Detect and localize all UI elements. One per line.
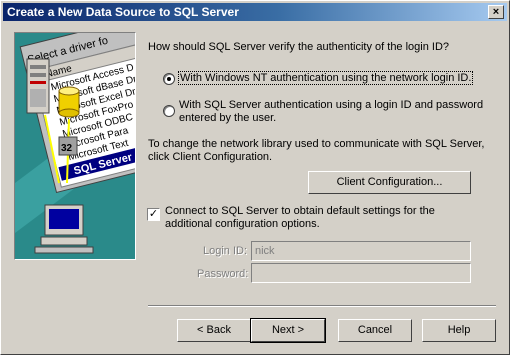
login-id-field[interactable]: nick: [251, 241, 471, 261]
sql-auth-label-line2[interactable]: entered by the user.: [179, 112, 276, 124]
server-icon: [26, 58, 50, 114]
next-button[interactable]: Next >: [250, 318, 326, 343]
nt-auth-label-text: With Windows NT authentication using the…: [178, 71, 474, 85]
wizard-illustration: Select a driver fo Name Microsoft Access…: [14, 32, 136, 260]
auth-question: How should SQL Server verify the authent…: [148, 41, 450, 53]
connect-label-line1[interactable]: Connect to SQL Server to obtain default …: [165, 205, 435, 217]
password-label: Password:: [197, 268, 249, 280]
radio-nt-auth[interactable]: [163, 73, 175, 85]
login-id-label: Login ID:: [203, 245, 248, 257]
network-text-line1: To change the network library used to co…: [148, 138, 485, 150]
svg-text:32: 32: [61, 143, 73, 154]
client-configuration-button[interactable]: Client Configuration...: [308, 171, 471, 194]
connect-checkbox[interactable]: ✓: [147, 208, 160, 221]
network-text-line2: click Client Configuration.: [148, 151, 273, 163]
password-field[interactable]: [251, 263, 471, 283]
cancel-button[interactable]: Cancel: [338, 319, 412, 342]
sql-auth-label-line1[interactable]: With SQL Server authentication using a l…: [179, 99, 483, 111]
button-separator: [148, 305, 496, 307]
window-title: Create a New Data Source to SQL Server: [7, 5, 239, 19]
dialog-window: Create a New Data Source to SQL Server ×…: [0, 0, 510, 355]
connect-label-line2[interactable]: additional configuration options.: [165, 218, 320, 230]
radio-sql-auth[interactable]: [163, 105, 175, 117]
close-icon: ×: [492, 6, 500, 18]
database-icon: [58, 86, 80, 118]
checkmark-icon: ✓: [148, 208, 159, 220]
help-button[interactable]: Help: [422, 319, 496, 342]
back-button[interactable]: < Back: [177, 319, 251, 342]
close-button[interactable]: ×: [488, 5, 504, 19]
radio-nt-auth-label[interactable]: With Windows NT authentication using the…: [178, 71, 474, 85]
title-bar[interactable]: Create a New Data Source to SQL Server ×: [3, 3, 507, 21]
wizard-artwork: Select a driver fo Name Microsoft Access…: [15, 33, 135, 259]
32bit-badge-icon: 32: [58, 136, 78, 156]
